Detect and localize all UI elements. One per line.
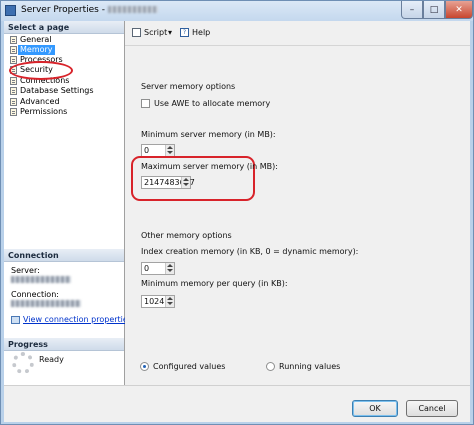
min-memory-per-query-label: Minimum memory per query (in KB):	[141, 279, 288, 288]
index-creation-memory-input[interactable]: 0	[141, 262, 175, 275]
connection-label: Connection:	[11, 290, 59, 299]
help-icon: ?	[180, 28, 189, 37]
spin-arrows-icon[interactable]	[165, 296, 174, 307]
max-server-memory-label: Maximum server memory (in MB):	[141, 162, 278, 171]
page-item-label: Memory	[18, 45, 55, 55]
close-button[interactable]: ✕	[445, 1, 473, 19]
connection-properties-icon	[11, 315, 20, 324]
page-icon	[10, 98, 17, 106]
min-memory-per-query-input[interactable]: 1024	[141, 295, 175, 308]
server-label: Server:	[11, 266, 40, 275]
help-label: Help	[192, 28, 211, 37]
maximize-icon: □	[429, 4, 439, 15]
min-memory-per-query-value: 1024	[144, 297, 165, 306]
page-item-label: Permissions	[20, 107, 68, 116]
min-server-memory-value: 0	[144, 146, 150, 155]
index-creation-memory-value: 0	[144, 264, 150, 273]
page-item-label: General	[20, 35, 52, 44]
memory-annotation-circle	[9, 61, 73, 80]
redacted-connection-value	[11, 300, 81, 307]
server-memory-group-title: Server memory options	[141, 82, 236, 91]
script-dropdown[interactable]: ▾	[168, 28, 172, 37]
running-values-option[interactable]: Running values	[266, 362, 340, 371]
index-creation-memory-label: Index creation memory (in KB, 0 = dynami…	[141, 247, 359, 256]
running-values-label: Running values	[279, 362, 341, 371]
help-button[interactable]: ? Help	[180, 28, 210, 37]
page-item-label: Advanced	[20, 97, 60, 106]
page-icon	[10, 77, 17, 85]
ok-button[interactable]: OK	[352, 400, 398, 417]
left-pane: Select a page General Memory Processors …	[4, 21, 132, 385]
min-server-memory-label: Minimum server memory (in MB):	[141, 130, 276, 139]
script-label: Script	[144, 28, 168, 37]
awe-checkbox[interactable]	[141, 99, 150, 108]
cancel-button[interactable]: Cancel	[406, 400, 458, 417]
page-icon	[10, 108, 17, 116]
page-icon	[10, 46, 17, 54]
chevron-down-icon: ▾	[168, 28, 173, 37]
view-connection-properties-link[interactable]: View connection properties	[23, 315, 132, 324]
page-icon	[10, 36, 17, 44]
connection-header: Connection	[4, 249, 124, 262]
awe-label: Use AWE to allocate memory	[154, 99, 271, 108]
spin-arrows-icon[interactable]	[181, 177, 190, 188]
server-properties-window: Server Properties - – □ ✕ Select a page …	[0, 0, 474, 425]
awe-checkbox-row[interactable]: Use AWE to allocate memory	[141, 99, 270, 108]
progress-status: Ready	[39, 355, 64, 364]
script-button[interactable]: Script	[132, 28, 167, 37]
minimize-icon: –	[409, 4, 415, 15]
maximize-button[interactable]: □	[423, 1, 445, 19]
redacted-server-value	[11, 276, 71, 283]
progress-header: Progress	[4, 338, 124, 351]
dialog-footer: OK Cancel	[4, 385, 470, 422]
page-icon	[10, 56, 17, 64]
configured-values-option[interactable]: Configured values	[140, 362, 225, 371]
title-bar[interactable]: Server Properties - – □ ✕	[1, 1, 473, 21]
memory-page: Server memory options Use AWE to allocat…	[125, 46, 470, 385]
select-page-header: Select a page	[4, 21, 124, 34]
script-icon	[132, 28, 141, 37]
minimize-button[interactable]: –	[401, 1, 423, 19]
configured-values-radio[interactable]	[140, 362, 149, 371]
page-icon	[10, 87, 17, 95]
dialog-client: Select a page General Memory Processors …	[4, 21, 470, 422]
running-values-radio[interactable]	[266, 362, 275, 371]
toolbar: Script ▾ ? Help	[125, 21, 470, 46]
spin-arrows-icon[interactable]	[165, 263, 174, 274]
window-title: Server Properties -	[21, 5, 158, 15]
page-item-label: Database Settings	[20, 86, 94, 95]
configured-values-label: Configured values	[153, 362, 226, 371]
other-memory-group-title: Other memory options	[141, 231, 232, 240]
spin-arrows-icon[interactable]	[165, 145, 174, 156]
window-title-text: Server Properties -	[21, 5, 105, 15]
progress-spinner-icon	[12, 352, 34, 374]
view-connection-properties-row[interactable]: View connection properties	[11, 315, 132, 324]
server-icon	[5, 5, 16, 16]
redacted-server-name	[107, 6, 158, 13]
max-server-memory-input[interactable]: 2147483647	[141, 176, 195, 189]
close-icon: ✕	[455, 4, 463, 15]
